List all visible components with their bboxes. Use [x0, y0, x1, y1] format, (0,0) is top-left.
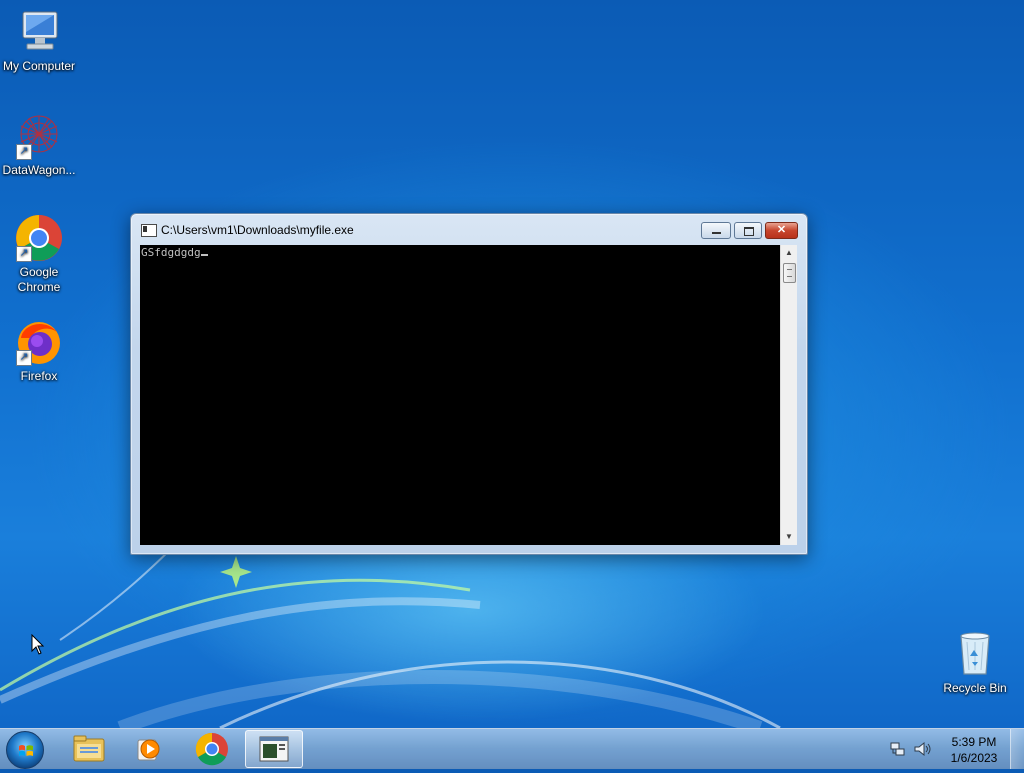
console-app-icon: [259, 736, 289, 762]
volume-icon[interactable]: [914, 741, 932, 757]
taskbar: 5:39 PM 1/6/2023: [0, 728, 1024, 769]
minimize-button[interactable]: [701, 222, 731, 239]
folder-icon: [73, 735, 105, 762]
close-icon: ✕: [776, 224, 787, 236]
desktop-icon-label: Firefox: [20, 369, 58, 383]
windows-logo-icon: [19, 745, 33, 756]
desktop-icon-label: My Computer: [2, 59, 76, 73]
taskbar-console-button[interactable]: [245, 730, 303, 768]
console-text: GSfdgdgdg: [141, 246, 201, 259]
computer-icon: [15, 8, 63, 56]
desktop-icon-label: Recycle Bin: [943, 681, 1007, 695]
console-icon: [141, 224, 157, 237]
close-button[interactable]: ✕: [765, 222, 798, 239]
window-titlebar[interactable]: C:\Users\vm1\Downloads\myfile.exe ✕: [131, 214, 807, 244]
taskbar-media-player-button[interactable]: [120, 730, 178, 768]
show-desktop-button[interactable]: [1010, 729, 1024, 769]
vertical-scrollbar[interactable]: ▲ ▼: [780, 245, 797, 545]
desktop-icon-my-computer[interactable]: My Computer: [0, 8, 78, 74]
firefox-icon: ↗: [15, 318, 63, 366]
recycle-bin-icon: [951, 630, 999, 678]
system-clock[interactable]: 5:39 PM 1/6/2023: [944, 734, 1004, 766]
chrome-icon: ↗: [15, 214, 63, 262]
desktop-icon-recycle-bin[interactable]: Recycle Bin: [936, 630, 1014, 696]
desktop-icon-google-chrome[interactable]: ↗ Google Chrome: [0, 214, 78, 295]
maximize-button[interactable]: [734, 222, 762, 239]
network-icon[interactable]: [890, 741, 906, 757]
console-window[interactable]: C:\Users\vm1\Downloads\myfile.exe ✕ GSfd…: [130, 213, 808, 555]
chrome-icon: [195, 732, 228, 766]
scroll-thumb[interactable]: [783, 263, 796, 283]
shortcut-arrow-icon: ↗: [16, 144, 32, 160]
taskbar-chrome-button[interactable]: [183, 730, 241, 768]
scroll-up-arrow-icon[interactable]: ▲: [781, 245, 797, 261]
shortcut-arrow-icon: ↗: [16, 350, 32, 366]
media-player-icon: [137, 739, 160, 761]
desktop-icon-label: Google Chrome: [17, 265, 61, 294]
mouse-pointer-icon: [31, 634, 45, 655]
desktop-icon-label: DataWagon...: [2, 163, 76, 177]
shortcut-arrow-icon: ↗: [16, 246, 32, 262]
text-cursor: [200, 254, 208, 256]
clock-date: 1/6/2023: [950, 751, 998, 765]
console-output[interactable]: GSfdgdgdg: [140, 245, 780, 545]
start-button[interactable]: [6, 731, 44, 769]
taskbar-explorer-button[interactable]: [60, 730, 118, 768]
scroll-down-arrow-icon[interactable]: ▼: [781, 529, 797, 545]
desktop-icon-firefox[interactable]: ↗ Firefox: [0, 318, 78, 384]
clock-time: 5:39 PM: [951, 735, 997, 749]
desktop-icon-datawagon[interactable]: ↗ DataWagon...: [0, 112, 78, 178]
datawagon-icon: ↗: [15, 112, 63, 160]
window-title: C:\Users\vm1\Downloads\myfile.exe: [161, 223, 354, 237]
